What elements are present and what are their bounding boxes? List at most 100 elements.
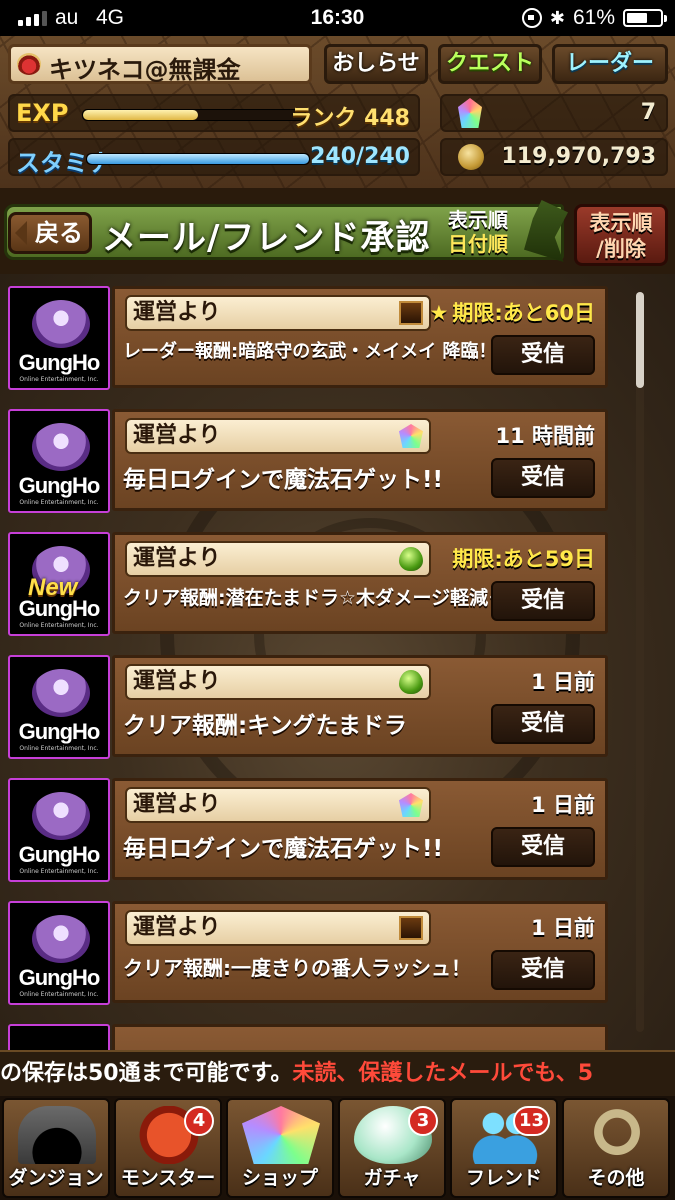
sender-avatar: [8, 1024, 110, 1050]
avatar-logo-subtext: Online Entertainment, Inc.: [19, 622, 99, 629]
receive-button[interactable]: 受信: [491, 827, 595, 867]
mail-subject: 毎日ログインで魔法石ゲット!!: [123, 836, 443, 862]
coin-counter: 119,970,793: [440, 138, 668, 176]
player-name-plate[interactable]: キツネコ@無課金: [8, 44, 312, 84]
news-button[interactable]: おしらせ: [324, 44, 428, 84]
mail-time-text: 1 日前: [531, 916, 595, 940]
mail-sender: 運営より: [133, 423, 221, 448]
receive-button[interactable]: 受信: [491, 335, 595, 375]
mail-card[interactable]: 運営より 1 日前毎日ログインで魔法石ゲット!! 受信: [112, 778, 608, 880]
player-name: キツネコ@無課金: [49, 56, 241, 84]
bottom-navigation: ダンジョン 4 モンスター ショップ 3 ガチャ 13 フレンド その他: [0, 1096, 675, 1200]
mail-sender-plate: 運営より: [125, 910, 431, 946]
gift-chest-icon: [399, 301, 423, 325]
receive-button[interactable]: 受信: [491, 581, 595, 621]
receive-button[interactable]: 受信: [491, 704, 595, 744]
star-icon: ★: [429, 301, 449, 325]
mail-subject: レーダー報酬:暗路守の玄武・メイメイ 降臨！: [123, 341, 497, 362]
nav-label: ダンジョン: [8, 1167, 104, 1189]
avatar-logo-subtext: Online Entertainment, Inc.: [19, 745, 99, 752]
mail-time: ★ 期限:あと60日: [430, 297, 595, 327]
quest-button[interactable]: クエスト: [438, 44, 542, 84]
mail-card[interactable]: 運営より ★ 期限:あと60日レーダー報酬:暗路守の玄武・メイメイ 降臨！ 受信: [112, 286, 608, 388]
mail-time-text: 期限:あと59日: [452, 547, 595, 571]
avatar-logo-text: GungHo: [18, 842, 101, 867]
mail-subject: 毎日ログインで魔法石ゲット!!: [123, 467, 443, 493]
gift-stone-icon: [399, 793, 423, 817]
mail-subject: クリア報酬:一度きりの番人ラッシュ！: [123, 956, 471, 980]
mail-item[interactable]: GungHo Online Entertainment, Inc. 運営より 1 日前…: [8, 901, 608, 1005]
bluetooth-icon: ✱: [549, 7, 565, 28]
avatar-logo-text: GungHo: [18, 473, 101, 498]
mail-item[interactable]: GungHo Online Entertainment, Inc. 運営より 1 日前…: [8, 778, 608, 882]
receive-button[interactable]: 受信: [491, 458, 595, 498]
sender-avatar: GungHo Online Entertainment, Inc.: [8, 901, 110, 1005]
dungeon-icon: [18, 1106, 96, 1164]
nav-monster-button[interactable]: 4 モンスター: [114, 1098, 222, 1198]
nav-friend-button[interactable]: 13 フレンド: [450, 1098, 558, 1198]
back-button[interactable]: 戻る: [8, 212, 92, 254]
sender-avatar: GungHo Online Entertainment, Inc.: [8, 778, 110, 882]
mail-sender: 運営より: [133, 546, 221, 571]
mail-sender-plate: 運営より: [125, 418, 431, 454]
gift-egg-icon: [399, 670, 423, 694]
mail-list-scrollbar[interactable]: [636, 292, 644, 1032]
nav-shop-button[interactable]: ショップ: [226, 1098, 334, 1198]
nav-label: モンスター: [120, 1167, 216, 1189]
avatar-logo-subtext: Online Entertainment, Inc.: [19, 868, 99, 875]
mail-card[interactable]: [112, 1024, 608, 1050]
mail-time: 1 日前: [531, 789, 595, 819]
scrollbar-thumb[interactable]: [636, 292, 644, 388]
shop-icon: [242, 1106, 320, 1164]
sort-order-label: 表示順: [448, 208, 508, 232]
magic-stone-count: 7: [640, 100, 656, 125]
rank-crown-icon: [17, 53, 41, 75]
gungho-logo-icon: [32, 423, 90, 471]
nav-dungeon-button[interactable]: ダンジョン: [2, 1098, 110, 1198]
avatar-logo-subtext: Online Entertainment, Inc.: [19, 499, 99, 506]
radar-button[interactable]: レーダー: [552, 44, 668, 84]
mail-card[interactable]: 運営より 11 時間前 毎日ログインで魔法石ゲット!! 受信: [112, 409, 608, 511]
mail-card[interactable]: 運営より 1 日前 クリア報酬:キングたまドラ 受信: [112, 655, 608, 757]
nav-other-button[interactable]: その他: [562, 1098, 670, 1198]
mail-sender-plate: 運営より: [125, 541, 431, 577]
nav-label: その他: [587, 1167, 645, 1189]
avatar-logo-text: GungHo: [18, 719, 101, 744]
other-icon: [578, 1106, 656, 1164]
mail-card[interactable]: 運営より 期限:あと59日 クリア報酬:潜在たまドラ☆木ダメージ軽減＋ 受信: [112, 532, 608, 634]
mail-item-partial[interactable]: [8, 1024, 608, 1050]
nav-gacha-button[interactable]: 3 ガチャ: [338, 1098, 446, 1198]
receive-button[interactable]: 受信: [491, 950, 595, 990]
magic-stone-icon: [458, 98, 482, 128]
mail-item[interactable]: GungHo Online Entertainment, Inc. 運営より 11 時…: [8, 409, 608, 513]
mail-item[interactable]: GungHo Online Entertainment, Inc. 運営より 1 日前…: [8, 655, 608, 759]
mail-sender-plate: 運営より: [125, 295, 431, 331]
mail-item[interactable]: GungHo Online Entertainment, Inc. New 運営より期…: [8, 532, 608, 636]
gungho-logo-icon: [32, 915, 90, 963]
mail-sender-plate: 運営より: [125, 664, 431, 700]
avatar-logo-subtext: Online Entertainment, Inc.: [19, 376, 99, 383]
battery-icon: [623, 9, 667, 27]
magic-stone-counter: 7: [440, 94, 668, 132]
mail-sender-plate: 運営より: [125, 787, 431, 823]
mail-time-text: 1 日前: [531, 793, 595, 817]
nav-label: ショップ: [241, 1167, 318, 1189]
nav-badge: 3: [408, 1106, 438, 1136]
stamina-bar: [86, 153, 310, 165]
sort-delete-button[interactable]: 表示順 /削除: [574, 204, 668, 266]
mail-sender: 運営より: [133, 792, 221, 817]
mail-item[interactable]: GungHo Online Entertainment, Inc. 運営より ★ 期限:…: [8, 286, 608, 390]
mail-sender: 運営より: [133, 915, 221, 940]
mail-time: 1 日前: [531, 666, 595, 696]
mail-card[interactable]: 運営より 1 日前クリア報酬:一度きりの番人ラッシュ！ 受信: [112, 901, 608, 1003]
mail-list[interactable]: GungHo Online Entertainment, Inc. 運営より ★ 期限:…: [0, 274, 675, 1050]
avatar-logo-text: GungHo: [18, 965, 101, 990]
stamina-value: 240/240: [310, 144, 410, 169]
exp-bar: [82, 109, 306, 121]
rotation-lock-icon: [521, 8, 542, 28]
sort-delete-line2: /削除: [596, 237, 646, 261]
avatar-logo-subtext: Online Entertainment, Inc.: [19, 991, 99, 998]
player-header: キツネコ@無課金 おしらせ クエスト レーダー EXP ランク 448 スタミナ…: [0, 36, 675, 191]
battery-percent: 61%: [572, 6, 615, 29]
mail-time: 期限:あと59日: [452, 543, 595, 573]
